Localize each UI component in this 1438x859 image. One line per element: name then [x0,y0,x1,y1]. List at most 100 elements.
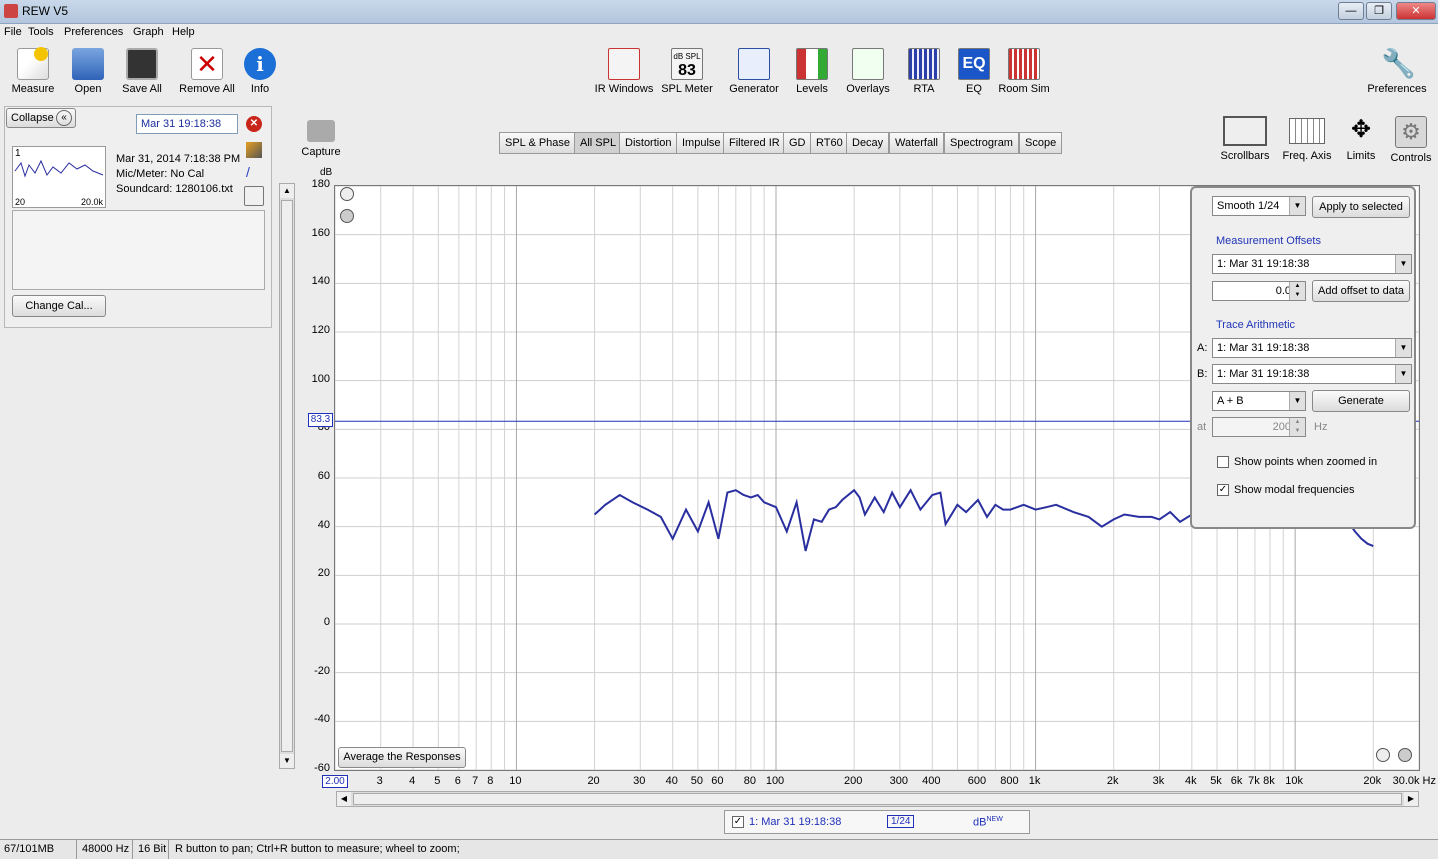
offset-value-spinner[interactable]: 0.0 ▲ ▼ [1212,281,1306,301]
scroll-up-icon[interactable]: ▲ [280,184,294,198]
scroll-right-icon[interactable]: ▶ [1404,792,1418,806]
spinner-icon[interactable]: ▲ ▼ [1289,418,1305,436]
trace-a-select[interactable]: 1: Mar 31 19:18:38 ▼ [1212,338,1412,358]
show-points-checkbox[interactable] [1217,456,1229,468]
info-button[interactable]: i Info [240,48,280,95]
x-axis-min-readout: 2.00 [322,775,348,788]
tab-waterfall[interactable]: Waterfall [889,132,944,154]
x-tick-label: 7 [472,775,479,787]
double-chevron-left-icon: « [56,110,72,126]
legend-unit-sup: NEW [986,816,1003,823]
overlays-button[interactable]: Overlays [842,48,894,95]
measurement-thumbnail[interactable]: 1 20 20.0k [12,146,106,208]
controls-label: Controls [1390,152,1432,164]
freq-axis-label: Freq. Axis [1282,150,1332,162]
vertical-scrollbar[interactable]: ▲ ▼ [279,183,295,769]
close-button[interactable]: ✕ [1396,2,1436,20]
generate-button[interactable]: Generate [1312,390,1410,412]
menu-tools[interactable]: Tools [28,26,54,38]
trace-a-label: A: [1197,342,1208,354]
at-unit: Hz [1314,421,1328,433]
trace-b-label: B: [1197,368,1208,380]
tab-all-spl[interactable]: All SPL [574,132,623,154]
color-picker-icon[interactable] [246,142,262,158]
tab-spl-phase[interactable]: SPL & Phase [499,132,577,154]
remove-all-button[interactable]: ✕ Remove All [176,48,238,95]
maximize-button[interactable]: ❐ [1366,2,1392,20]
y-tick-label: 160 [311,226,330,239]
ir-windows-button[interactable]: IR Windows [592,48,656,95]
tab-rt60[interactable]: RT60 [810,132,849,154]
offset-measurement-value: 1: Mar 31 19:18:38 [1217,258,1310,270]
chevron-down-icon: ▼ [1289,392,1305,410]
show-modal-checkbox[interactable]: ✓ [1217,484,1229,496]
legend: ✓ 1: Mar 31 19:18:38 1/24 dBNEW [724,810,1030,834]
open-button[interactable]: Open [66,48,110,95]
x-tick-label: 4 [409,775,416,787]
collapse-button[interactable]: Collapse « [6,108,76,128]
add-offset-button[interactable]: Add offset to data [1312,280,1410,302]
tab-spectrogram[interactable]: Spectrogram [944,132,1019,154]
tab-decay[interactable]: Decay [846,132,890,154]
h-zoom-out-icon[interactable] [1398,748,1412,762]
menu-help[interactable]: Help [172,26,195,38]
levels-button[interactable]: Levels [790,48,834,95]
tab-gd[interactable]: GD [783,132,812,154]
menu-graph[interactable]: Graph [133,26,164,38]
legend-smoothing[interactable]: 1/24 [887,815,915,828]
average-responses-button[interactable]: Average the Responses [338,747,466,768]
scroll-left-icon[interactable]: ◀ [337,792,351,806]
tab-impulse[interactable]: Impulse [676,132,727,154]
at-frequency-spinner[interactable]: 200 ▲ ▼ [1212,417,1306,437]
x-tick-label: 6k [1230,775,1243,787]
offset-measurement-select[interactable]: 1: Mar 31 19:18:38 ▼ [1212,254,1412,274]
zoom-in-icon[interactable] [340,187,354,201]
freq-axis-button[interactable]: Freq. Axis [1278,116,1336,162]
show-modal-label: Show modal frequencies [1234,484,1355,496]
remove-measurement-icon[interactable]: ✕ [246,116,262,132]
wrench-icon: 🔧 [1381,48,1416,79]
menu-file[interactable]: File [4,26,22,38]
zoom-out-icon[interactable] [340,209,354,223]
save-all-button[interactable]: Save All [118,48,166,95]
apply-to-selected-button[interactable]: Apply to selected [1312,196,1410,218]
rta-button[interactable]: RTA [904,48,944,95]
preferences-button[interactable]: 🔧 Preferences [1362,48,1432,95]
notes-area[interactable] [12,210,265,290]
h-zoom-in-icon[interactable] [1376,748,1390,762]
app-icon [4,4,18,18]
controls-button[interactable]: ⚙ Controls [1388,116,1434,164]
horizontal-scroll-thumb[interactable] [353,793,1402,805]
spl-meter-button[interactable]: dB SPL 83 SPL Meter [658,48,716,95]
legend-checkbox[interactable]: ✓ [732,816,744,828]
trace-b-select[interactable]: 1: Mar 31 19:18:38 ▼ [1212,364,1412,384]
x-tick-label: 30 [633,775,646,787]
spinner-icon[interactable]: ▲ ▼ [1289,282,1305,300]
operation-select[interactable]: A + B ▼ [1212,391,1306,411]
legend-item: 1: Mar 31 19:18:38 [749,816,842,828]
measure-button[interactable]: Measure [8,47,58,95]
tab-filtered-ir[interactable]: Filtered IR [723,132,786,154]
generator-label: Generator [729,83,779,95]
change-cal-button[interactable]: Change Cal... [12,295,106,317]
minimize-button[interactable]: — [1338,2,1364,20]
room-sim-button[interactable]: Room Sim [996,48,1052,95]
limits-button[interactable]: ✥ Limits [1340,116,1382,162]
smoothing-select[interactable]: Smooth 1/24 ▼ [1212,196,1306,216]
x-tick-label: 600 [967,775,987,787]
tab-distortion[interactable]: Distortion [619,132,678,154]
generator-button[interactable]: Generator [726,48,782,95]
menu-preferences[interactable]: Preferences [64,26,123,38]
measurement-name-field[interactable]: Mar 31 19:18:38 [136,114,238,134]
vertical-scroll-thumb[interactable] [281,200,293,752]
eq-button[interactable]: EQ EQ [954,48,994,95]
line-style-icon[interactable]: / [246,164,262,180]
scrollbars-button[interactable]: Scrollbars [1218,116,1272,162]
tab-scope[interactable]: Scope [1019,132,1063,154]
x-tick-label: 30.0k Hz [1392,775,1436,787]
notes-icon[interactable] [244,186,264,206]
room-sim-icon [1008,48,1040,80]
chevron-down-icon: ▼ [1395,339,1411,357]
horizontal-scrollbar[interactable]: ◀ ▶ [336,791,1419,807]
scroll-down-icon[interactable]: ▼ [280,754,294,768]
